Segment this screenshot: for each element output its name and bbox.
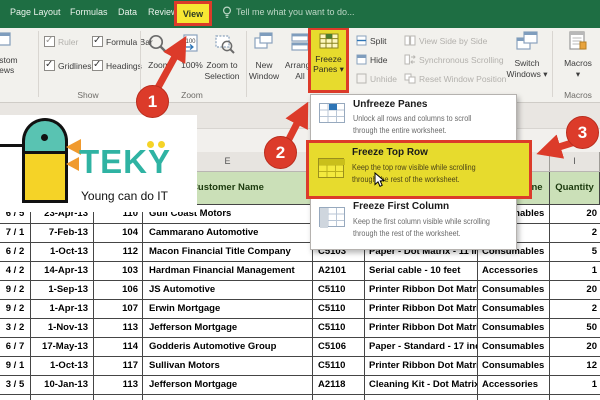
checkbox-formula-bar[interactable]: Formula Bar [92, 35, 153, 47]
checkbox-ruler[interactable]: Ruler [44, 35, 78, 47]
svg-text:100: 100 [186, 39, 197, 45]
formula-bar-checkbox-icon[interactable] [92, 35, 103, 47]
headings-checkbox-icon[interactable] [92, 59, 103, 71]
ribbon-tab-bar: Page Layout Formulas Data Review View Te… [0, 0, 600, 28]
zoom-group-label: Zoom [181, 90, 203, 100]
checkbox-gridlines[interactable]: Gridlines [44, 59, 92, 71]
split-icon [356, 35, 367, 46]
unfreeze-panes-icon [319, 103, 345, 123]
zoom-to-selection-icon [215, 35, 235, 54]
table-row[interactable]: 4 / 2 14-Apr-13 103 Hardman Financial Manag… [0, 262, 600, 281]
table-row[interactable]: 9 / 1 1-Oct-13 117 Sullivan Motors C5110 Prin… [0, 357, 600, 376]
custom-views-icon [0, 32, 11, 46]
freeze-panes-icon [319, 33, 338, 49]
gridlines-checkbox-icon[interactable] [44, 59, 55, 71]
step-badge-1: 1 [136, 85, 169, 118]
step-badge-2: 2 [264, 136, 297, 169]
reset-window-position-icon [404, 73, 416, 84]
macros-group-label: Macros [564, 90, 592, 100]
tab-view-active[interactable]: View [174, 1, 212, 26]
freeze-panes-button[interactable]: Freeze Panes ▾ [308, 27, 349, 93]
table-row[interactable] [0, 395, 600, 400]
freeze-top-row-icon [318, 158, 345, 178]
menu-item-freeze-top-row[interactable]: Freeze Top Row Keep the top row visible … [306, 140, 532, 199]
view-side-by-side-icon [404, 35, 416, 46]
table-row[interactable]: 3 / 2 1-Nov-13 113 Jefferson Mortgage C5110 P… [0, 319, 600, 338]
tell-me-box[interactable]: Tell me what you want to do... [236, 7, 355, 17]
new-window-icon [254, 32, 273, 49]
ruler-checkbox-icon[interactable] [44, 35, 55, 47]
teky-logo: TEKY Young can do IT [0, 115, 197, 212]
arrange-all-icon [291, 33, 309, 51]
lightbulb-icon [222, 6, 232, 24]
brand-name: TEKY [79, 143, 172, 180]
zoom-magnifier-icon [148, 34, 167, 53]
tab-data[interactable]: Data [118, 7, 137, 17]
ribbon-view: Custom Views Ruler Formula Bar Gridlines… [0, 27, 600, 103]
table-row[interactable]: 3 / 5 10-Jan-13 113 Jefferson Mortgage A2118… [0, 376, 600, 395]
tab-page-layout[interactable]: Page Layout [10, 7, 61, 17]
freeze-first-column-icon [319, 207, 345, 228]
table-row[interactable]: 9 / 2 1-Apr-13 107 Erwin Mortgage C5110 Print… [0, 300, 600, 319]
table-row[interactable]: 6 / 7 17-May-13 114 Godderis Automotive Gro… [0, 338, 600, 357]
header-quantity: Quantity [550, 172, 600, 204]
brand-tagline: Young can do IT [81, 189, 168, 203]
excel-window: Page Layout Formulas Data Review View Te… [0, 0, 600, 400]
switch-windows-icon [516, 31, 538, 50]
mouse-cursor [374, 172, 386, 187]
table-row[interactable]: 9 / 2 1-Sep-13 106 JS Automotive C5110 Printe… [0, 281, 600, 300]
macros-icon [569, 31, 587, 50]
custom-views-button[interactable]: Custom Views [0, 30, 32, 75]
unhide-icon [356, 73, 367, 84]
synchronous-scrolling-icon [404, 54, 416, 65]
tab-formulas[interactable]: Formulas [70, 7, 108, 17]
column-letter-i[interactable]: I [550, 152, 600, 171]
zoom-100-icon: 100 [183, 34, 198, 52]
hide-icon [356, 54, 367, 65]
show-group-label: Show [77, 90, 99, 100]
step-badge-3: 3 [566, 116, 599, 149]
checkbox-headings[interactable]: Headings [92, 59, 142, 71]
